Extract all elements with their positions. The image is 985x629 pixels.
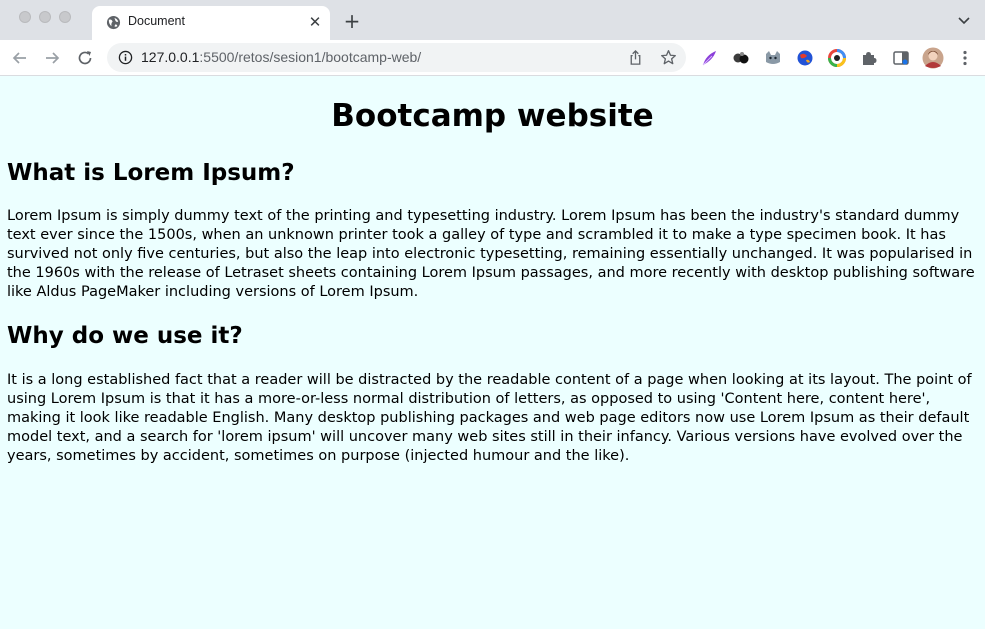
url-text[interactable]: 127.0.0.1:5500/retos/sesion1/bootcamp-we… (141, 49, 421, 65)
back-arrow-icon[interactable] (10, 48, 30, 68)
plus-icon[interactable]: + (341, 10, 363, 32)
dots-extension-icon[interactable] (732, 49, 750, 67)
tab-strip: Document ✕ + (0, 0, 985, 40)
color-wheel-extension-icon[interactable] (828, 49, 846, 67)
page-content: Bootcamp website What is Lorem Ipsum? Lo… (0, 76, 985, 629)
section-heading-why-do-we-use-it: Why do we use it? (7, 323, 243, 349)
section-paragraph-what-is-lorem-ipsum: Lorem Ipsum is simply dummy text of the … (7, 208, 975, 300)
page-title: Bootcamp website (331, 98, 654, 134)
share-icon[interactable] (627, 49, 644, 66)
section-paragraph-why-do-we-use-it: It is a long established fact that a rea… (7, 372, 972, 464)
chevron-down-icon[interactable] (955, 12, 973, 30)
puzzle-icon[interactable] (860, 49, 878, 67)
info-icon[interactable] (118, 50, 133, 65)
close-icon[interactable]: ✕ (306, 13, 324, 31)
globe-extension-icon[interactable] (796, 49, 814, 67)
address-bar[interactable]: 127.0.0.1:5500/retos/sesion1/bootcamp-we… (107, 43, 686, 72)
side-panel-icon[interactable] (892, 49, 910, 67)
window-minimize-button[interactable] (39, 11, 51, 23)
cat-extension-icon[interactable] (764, 49, 782, 67)
window-close-button[interactable] (19, 11, 31, 23)
section-heading-what-is-lorem-ipsum: What is Lorem Ipsum? (7, 160, 295, 186)
globe-icon (106, 15, 121, 30)
browser-toolbar: 127.0.0.1:5500/retos/sesion1/bootcamp-we… (0, 40, 985, 76)
url-host: 127.0.0.1 (141, 49, 200, 65)
star-icon[interactable] (660, 49, 677, 66)
window-zoom-button[interactable] (59, 11, 71, 23)
kebab-menu-icon[interactable] (956, 49, 974, 67)
feather-extension-icon[interactable] (700, 49, 718, 67)
forward-arrow-icon[interactable] (42, 48, 62, 68)
url-path: :5500/retos/sesion1/bootcamp-web/ (199, 49, 422, 65)
tab-title: Document (128, 14, 185, 28)
profile-avatar-icon[interactable] (922, 47, 944, 69)
browser-tab[interactable]: Document ✕ (92, 6, 330, 40)
reload-icon[interactable] (75, 48, 95, 68)
